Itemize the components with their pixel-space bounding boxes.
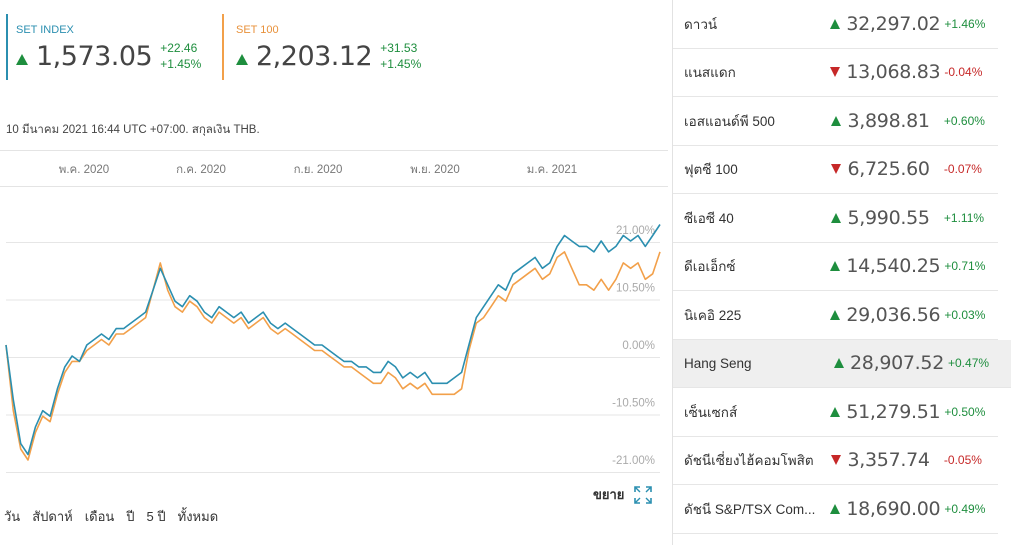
quote-change-points: +22.46 <box>160 41 198 55</box>
market-name: เซ็นเซกส์ <box>684 404 738 420</box>
quote-change-percent: +1.45% <box>380 57 422 71</box>
market-change: +1.46% <box>944 16 986 31</box>
market-row[interactable]: เอสแอนด์พี 500 3,898.81 +0.60% <box>673 97 998 146</box>
quote-label: SET INDEX <box>16 24 74 36</box>
market-value: 29,036.56 <box>846 303 941 326</box>
line-chart[interactable]: พ.ค. 2020 ก.ค. 2020 ก.ย. 2020 พ.ย. 2020 ม.ค.… <box>0 150 668 475</box>
market-name: เอสแอนด์พี 500 <box>684 113 775 129</box>
market-change: +0.03% <box>944 307 986 322</box>
quote-set-100[interactable]: SET 100 2,203.12 +31.53 +1.45% <box>222 14 452 80</box>
market-row[interactable]: ดัชนี S&P/TSX Com... 18,690.00 +0.49% <box>673 485 998 534</box>
x-tick-label: พ.ค. 2020 <box>59 164 109 176</box>
up-arrow-icon <box>831 212 842 223</box>
market-list: ดาวน์ 32,297.02 +1.46% แนสแดก 13,068.83 … <box>673 0 1011 545</box>
quote-change-percent: +1.45% <box>160 57 202 71</box>
market-name: ฟุตซี 100 <box>684 162 738 178</box>
expand-label: ขยาย <box>593 487 625 502</box>
range-selector: วัน สัปดาห์ เดือน ปี 5 ปี ทั้งหมด <box>4 506 230 527</box>
market-change: +0.50% <box>944 404 986 419</box>
expand-icon <box>634 485 653 504</box>
y-tick-label: 21.00% <box>616 225 655 237</box>
market-name: ดีเอเอ็กซ์ <box>684 259 736 275</box>
quote-change: +31.53 +1.45% <box>380 40 421 72</box>
quote-label: SET 100 <box>236 24 279 36</box>
market-value: 18,690.00 <box>846 497 941 520</box>
market-change: -0.05% <box>943 453 982 468</box>
market-row[interactable]: แนสแดก 13,068.83 -0.04% <box>673 49 998 97</box>
market-value: 28,907.52 <box>850 352 944 375</box>
market-change: +1.11% <box>943 210 985 225</box>
y-tick-label: -10.50% <box>612 398 655 410</box>
up-arrow-icon <box>16 53 28 65</box>
timestamp: 10 มีนาคม 2021 16:44 UTC +07:00. สกุลเงิ… <box>6 124 260 136</box>
range-month[interactable]: เดือน <box>85 506 115 527</box>
market-name: ดาวน์ <box>684 16 718 32</box>
market-change: -0.07% <box>943 162 982 177</box>
quote-change: +22.46 +1.45% <box>160 40 201 72</box>
market-name: แนสแดก <box>684 65 736 81</box>
y-tick-label: -21.00% <box>612 455 655 467</box>
market-name: ซีเอซี 40 <box>684 210 734 226</box>
market-row[interactable]: ดาวน์ 32,297.02 +1.46% <box>673 0 998 49</box>
up-arrow-icon <box>830 503 841 514</box>
x-tick-label: พ.ย. 2020 <box>410 164 460 176</box>
market-row-highlighted[interactable]: Hang Seng 28,907.52 +0.47% <box>673 339 1011 388</box>
down-arrow-icon <box>831 455 842 466</box>
market-change: +0.60% <box>943 113 985 128</box>
market-change: -0.04% <box>944 65 983 80</box>
up-arrow-icon <box>831 115 842 126</box>
up-arrow-icon <box>830 309 841 320</box>
range-5-year[interactable]: 5 ปี <box>147 506 166 527</box>
market-value: 14,540.25 <box>846 255 941 278</box>
market-value: 6,725.60 <box>847 158 930 181</box>
range-week[interactable]: สัปดาห์ <box>32 506 73 527</box>
market-value: 3,898.81 <box>847 109 930 132</box>
market-change: +0.49% <box>944 501 986 516</box>
quote-value: 2,203.12 <box>256 40 373 72</box>
chart-panel: SET INDEX 1,573.05 +22.46 +1.45% SET 100… <box>0 0 672 545</box>
quote-set-index[interactable]: SET INDEX 1,573.05 +22.46 +1.45% <box>6 14 216 80</box>
market-name: ดัชนีเซี่ยงไฮ้คอมโพสิต <box>684 453 814 469</box>
market-name: นิเคอิ 225 <box>684 307 742 323</box>
expand-button[interactable]: ขยาย <box>593 484 653 505</box>
x-tick-label: ก.ย. 2020 <box>294 164 343 176</box>
market-value: 5,990.55 <box>847 206 930 229</box>
market-change: +0.47% <box>948 356 990 371</box>
range-day[interactable]: วัน <box>4 506 20 527</box>
quote-change-points: +31.53 <box>380 41 418 55</box>
market-row[interactable]: ซีเอซี 40 5,990.55 +1.11% <box>673 194 998 243</box>
down-arrow-icon <box>831 164 842 175</box>
market-change: +0.71% <box>944 259 986 274</box>
market-value: 3,357.74 <box>847 449 930 472</box>
market-value: 51,279.51 <box>846 400 941 423</box>
down-arrow-icon <box>830 67 841 78</box>
market-row[interactable]: นิเคอิ 225 29,036.56 +0.03% <box>673 291 998 340</box>
market-name: Hang Seng <box>684 355 752 371</box>
series-line-set-100 <box>5 251 661 461</box>
market-value: 13,068.83 <box>846 61 941 84</box>
market-value: 32,297.02 <box>846 12 941 35</box>
range-all[interactable]: ทั้งหมด <box>178 506 219 527</box>
up-arrow-icon <box>830 18 841 29</box>
up-arrow-icon <box>236 53 248 65</box>
market-row[interactable]: ฟุตซี 100 6,725.60 -0.07% <box>673 146 998 194</box>
market-name: ดัชนี S&P/TSX Com... <box>684 501 816 517</box>
market-row[interactable]: ดัชนีเซี่ยงไฮ้คอมโพสิต 3,357.74 -0.05% <box>673 437 998 485</box>
range-year[interactable]: ปี <box>126 506 134 527</box>
up-arrow-icon <box>830 406 841 417</box>
y-tick-label: 0.00% <box>622 340 655 352</box>
quote-value: 1,573.05 <box>36 40 153 72</box>
x-tick-label: ก.ค. 2020 <box>176 164 226 176</box>
up-arrow-icon <box>830 261 841 272</box>
up-arrow-icon <box>834 358 844 369</box>
market-row[interactable]: ดีเอเอ็กซ์ 14,540.25 +0.71% <box>673 243 998 291</box>
x-tick-label: ม.ค. 2021 <box>527 164 577 176</box>
y-tick-label: 10.50% <box>616 283 655 295</box>
series-line-set-index <box>5 224 661 456</box>
market-row[interactable]: เซ็นเซกส์ 51,279.51 +0.50% <box>673 388 998 437</box>
